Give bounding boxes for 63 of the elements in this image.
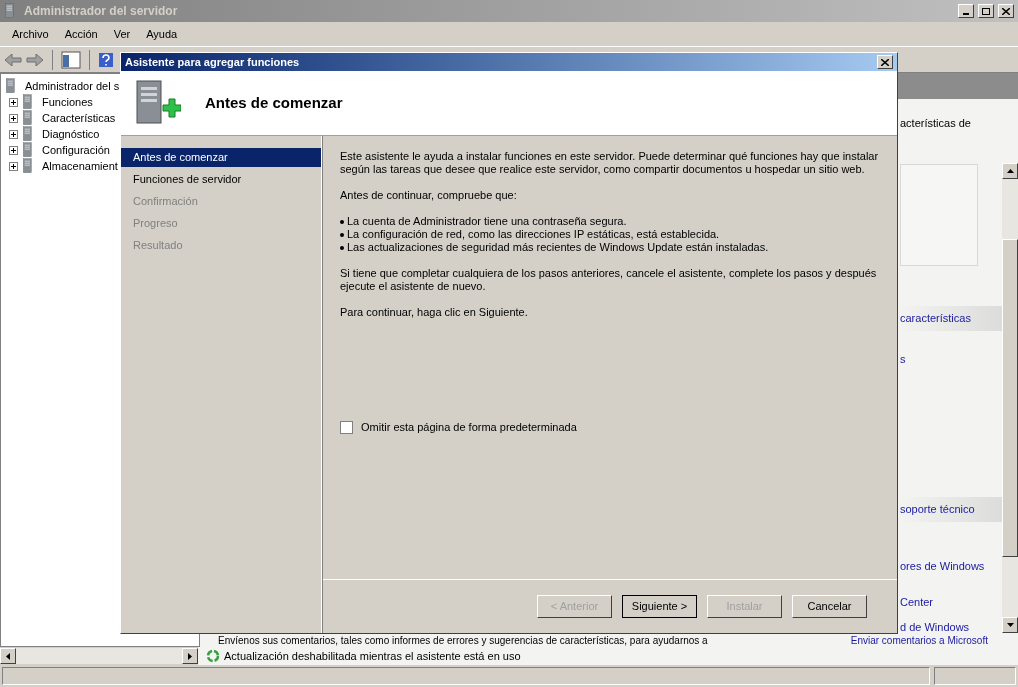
console-tree-icon[interactable] [61,50,81,69]
left-arrow-icon[interactable] [6,652,10,660]
note-text: Si tiene que completar cualquiera de los pasos anteriores, cancele el asistente, complete los pasos y después ejecute el asistente de nuevo. [340,267,878,293]
refresh-icon [206,649,220,663]
server-add-icon [133,79,181,127]
checkbox-label[interactable]: Omitir esta página de forma predeterminada [361,421,577,434]
link[interactable]: s [900,350,1002,367]
page-heading: Antes de comenzar [205,92,343,113]
menu-item[interactable]: Archivo [4,25,57,43]
wizard-step[interactable]: Antes de comenzar [121,148,321,167]
right-arrow-icon[interactable] [188,652,192,660]
maximize-icon [982,7,990,15]
status-message: Actualización deshabilitada mientras el asistente está en uso [224,648,521,664]
maximize-button[interactable] [978,4,994,18]
wizard-step[interactable]: Funciones de servidor [121,170,321,189]
bullet-text: La cuenta de Administrador tiene una contraseña segura. [347,215,627,228]
vertical-scrollbar[interactable] [1002,163,1018,633]
horizontal-scrollbar[interactable] [0,648,198,664]
bullet-icon [340,245,344,250]
close-button[interactable] [877,55,893,69]
link[interactable]: d de Windows [900,618,1002,635]
expand-icon[interactable] [9,97,18,107]
bullet-icon [340,219,344,224]
help-icon[interactable] [98,51,114,68]
bullet-text: Las actualizaciones de seguridad más recientes de Windows Update están instaladas. [347,241,769,254]
dialog-button[interactable]: Siguiente > [622,595,697,618]
link[interactable]: Center [900,594,1002,611]
section-header: soporte técnico [900,497,1002,522]
tree-item[interactable]: Configuración [42,141,110,159]
down-arrow-icon[interactable] [1006,623,1014,627]
check-heading: Antes de continuar, compruebe que: [340,189,518,202]
tree-item[interactable]: Diagnóstico [42,125,100,143]
expand-icon[interactable] [9,113,18,123]
up-arrow-icon[interactable] [1006,169,1014,173]
summary-text: acterísticas de [900,116,972,131]
window-title: Administrador del servidor [24,3,179,20]
menu-item[interactable]: Ayuda [138,25,186,43]
close-icon [1002,7,1010,15]
expand-icon[interactable] [9,129,18,139]
back-arrow-icon[interactable] [4,52,22,67]
bullet-text: La configuración de red, como las direcciones IP estáticas, está establecida. [347,228,720,241]
tree-item[interactable]: Administrador del s [25,77,120,95]
minimize-button[interactable] [958,4,974,18]
feedback-link[interactable]: Enviar comentarios a Microsoft [850,636,988,646]
feedback-text: Envíenos sus comentarios, tales como informes de errores y sugerencias de características, para ayudarnos a [218,636,708,646]
expand-icon[interactable] [9,161,18,171]
section-header: características [900,306,1002,331]
tree-item[interactable]: Almacenamient [42,157,118,175]
dialog-button[interactable]: Cancelar [792,595,867,618]
expand-icon[interactable] [9,145,18,155]
close-button[interactable] [998,4,1014,18]
dialog-title: Asistente para agregar funciones [125,54,301,70]
close-icon [881,58,889,66]
continue-text: Para continuar, haga clic en Siguiente. [340,306,529,319]
menu-item[interactable]: Ver [105,25,139,43]
link[interactable]: ores de Windows [900,557,1002,574]
checkbox[interactable] [340,421,353,434]
forward-arrow-icon[interactable] [26,52,44,67]
tree-item[interactable]: Características [42,109,116,127]
bullet-icon [340,232,344,237]
intro-text: Este asistente le ayuda a instalar funciones en este servidor. Puede determinar qué funciones hay que instalar según las tareas que desee que realice este servidor, como compartir documentos u hospedar un sitio web. [340,150,880,176]
menu-item[interactable]: Acción [56,25,106,43]
tree-item[interactable]: Funciones [42,93,93,111]
